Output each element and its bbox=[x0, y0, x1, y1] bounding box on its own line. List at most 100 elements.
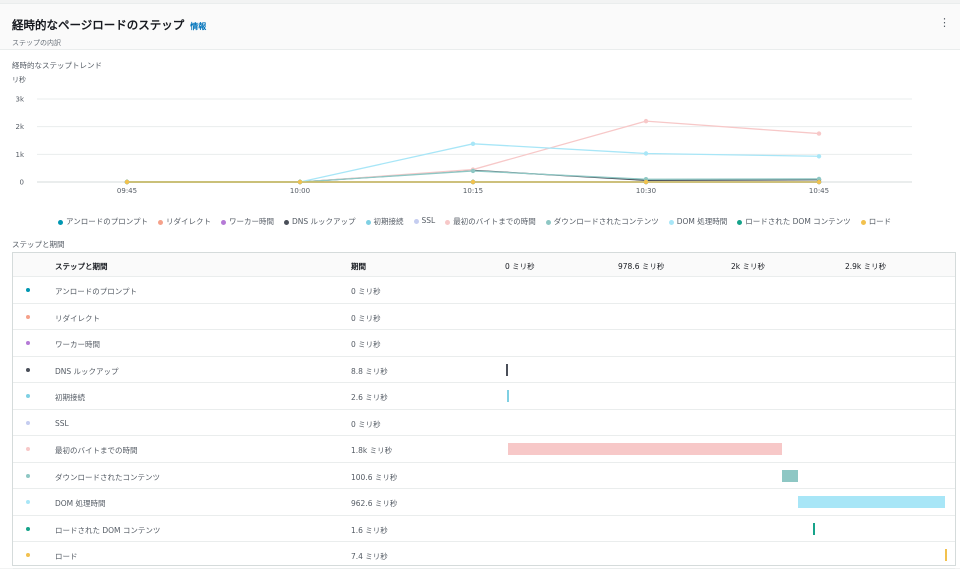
data-point[interactable] bbox=[643, 179, 649, 185]
step-color-dot-icon bbox=[26, 314, 30, 319]
legend-item[interactable]: リダイレクト bbox=[157, 216, 211, 227]
data-point[interactable] bbox=[816, 154, 822, 159]
step-name: ワーカー時間 bbox=[55, 340, 100, 349]
header-step[interactable]: ステップと期間 bbox=[55, 261, 108, 272]
data-point[interactable] bbox=[470, 179, 476, 185]
step-color-dot-icon bbox=[26, 394, 30, 398]
step-name: 最初のバイトまでの時間 bbox=[55, 446, 138, 455]
table-row: ロード 7.4 ミリ秒 bbox=[13, 542, 955, 569]
y-tick-label: 1k bbox=[15, 151, 24, 159]
data-point[interactable] bbox=[124, 179, 130, 185]
series-line bbox=[124, 141, 822, 185]
x-tick-label: 10:15 bbox=[463, 187, 483, 195]
legend-dot-icon bbox=[545, 219, 551, 225]
legend-label: ロード bbox=[868, 217, 892, 226]
header-duration[interactable]: 期間 bbox=[351, 261, 366, 272]
data-point[interactable] bbox=[816, 179, 822, 185]
table-row: SSL 0 ミリ秒 bbox=[13, 410, 955, 436]
table-section-title: ステップと期間 bbox=[12, 240, 65, 249]
x-tick-label: 09:45 bbox=[117, 187, 137, 195]
step-name: ダウンロードされたコンテンツ bbox=[55, 472, 160, 482]
legend-dot-icon bbox=[737, 219, 743, 225]
table-row: ダウンロードされたコンテンツ 100.6 ミリ秒 bbox=[13, 463, 955, 489]
table-row: 最初のバイトまでの時間 1.8k ミリ秒 bbox=[13, 436, 955, 463]
table-row: アンロードのプロンプト 0 ミリ秒 bbox=[13, 277, 955, 304]
legend-label: 最初のバイトまでの時間 bbox=[453, 217, 536, 226]
steps-table: ステップと期間 期間 0 ミリ秒 978.6 ミリ秒 2k ミリ秒 2.9k ミ… bbox=[12, 252, 956, 569]
step-color-dot-icon bbox=[26, 341, 30, 345]
legend-dot-icon bbox=[413, 218, 419, 224]
step-duration: 1.6 ミリ秒 bbox=[351, 525, 388, 535]
series-path bbox=[127, 143, 820, 183]
legend-dot-icon bbox=[445, 219, 451, 225]
legend-dot-icon bbox=[283, 219, 289, 225]
legend-label: DOM 処理時間 bbox=[676, 217, 728, 226]
legend-item[interactable]: ロード bbox=[860, 216, 892, 227]
data-point[interactable] bbox=[470, 141, 476, 147]
series-line bbox=[124, 118, 822, 185]
step-duration: 7.4 ミリ秒 bbox=[351, 552, 388, 561]
legend-item[interactable]: 初期接続 bbox=[365, 216, 404, 227]
step-name: アンロードのプロンプト bbox=[55, 287, 137, 296]
step-name: ロードされた DOM コンテンツ bbox=[55, 525, 161, 535]
table-row: ワーカー時間 0 ミリ秒 bbox=[13, 330, 955, 357]
table-row: リダイレクト 0 ミリ秒 bbox=[13, 304, 955, 330]
x-tick-label: 10:30 bbox=[636, 187, 656, 195]
legend-label: リダイレクト bbox=[165, 217, 211, 226]
legend-item[interactable]: ダウンロードされたコンテンツ bbox=[545, 216, 659, 227]
step-duration: 962.6 ミリ秒 bbox=[351, 499, 398, 508]
legend-dot-icon bbox=[365, 219, 371, 225]
step-color-dot-icon bbox=[26, 500, 30, 504]
data-point[interactable] bbox=[643, 118, 649, 124]
legend-item[interactable]: DOM 処理時間 bbox=[668, 216, 728, 227]
legend-dot-icon bbox=[860, 219, 866, 225]
legend-dot-icon bbox=[668, 219, 674, 225]
duration-bar bbox=[797, 496, 945, 508]
step-color-dot-icon bbox=[26, 288, 30, 292]
y-tick-label: 3k bbox=[15, 96, 24, 104]
table-row: 初期接続 2.6 ミリ秒 bbox=[13, 383, 955, 410]
chart-legend: アンロードのプロンプト リダイレクト ワーカー時間 DNS ルックアップ 初期接続 SSL… bbox=[58, 216, 891, 227]
legend-dot-icon bbox=[58, 219, 63, 225]
scale-tick: 0 ミリ秒 bbox=[505, 262, 535, 271]
data-point[interactable] bbox=[643, 151, 649, 156]
step-color-dot-icon bbox=[26, 526, 30, 531]
y-tick-label: 2k bbox=[15, 123, 24, 131]
step-name: 初期接続 bbox=[55, 393, 85, 402]
legend-item[interactable]: DNS ルックアップ bbox=[283, 216, 356, 227]
step-duration: 2.6 ミリ秒 bbox=[351, 393, 388, 402]
step-duration: 8.8 ミリ秒 bbox=[351, 366, 388, 376]
legend-label: アンロードのプロンプト bbox=[66, 217, 148, 226]
x-tick-label: 10:45 bbox=[809, 187, 829, 195]
legend-label: 初期接続 bbox=[373, 217, 404, 226]
data-point[interactable] bbox=[470, 168, 476, 174]
legend-item[interactable]: アンロードのプロンプト bbox=[58, 216, 148, 227]
legend-label: SSL bbox=[421, 216, 436, 225]
legend-label: DNS ルックアップ bbox=[291, 217, 356, 226]
step-color-dot-icon bbox=[26, 447, 30, 451]
table-row: DOM 処理時間 962.6 ミリ秒 bbox=[13, 489, 955, 516]
legend-item[interactable]: ロードされた DOM コンテンツ bbox=[737, 216, 851, 227]
data-point[interactable] bbox=[297, 179, 303, 185]
step-duration: 0 ミリ秒 bbox=[351, 340, 381, 349]
legend-label: ロードされた DOM コンテンツ bbox=[745, 217, 851, 226]
data-point[interactable] bbox=[816, 131, 822, 136]
step-name: リダイレクト bbox=[55, 313, 100, 323]
step-name: ロード bbox=[55, 552, 78, 561]
legend-label: ダウンロードされたコンテンツ bbox=[553, 217, 659, 226]
scale-tick: 2.9k ミリ秒 bbox=[845, 262, 887, 271]
table-row: DNS ルックアップ 8.8 ミリ秒 bbox=[13, 357, 955, 383]
legend-item[interactable]: SSL bbox=[413, 216, 436, 227]
step-duration: 1.8k ミリ秒 bbox=[351, 446, 393, 455]
step-color-dot-icon bbox=[26, 473, 30, 478]
step-name: SSL bbox=[55, 418, 69, 428]
duration-bar bbox=[506, 363, 508, 376]
x-tick-label: 10:00 bbox=[290, 187, 310, 195]
legend-item[interactable]: 最初のバイトまでの時間 bbox=[445, 216, 536, 227]
step-color-dot-icon bbox=[26, 553, 30, 557]
legend-item[interactable]: ワーカー時間 bbox=[220, 216, 274, 227]
scale-tick: 978.6 ミリ秒 bbox=[618, 262, 665, 271]
table-row: ロードされた DOM コンテンツ 1.6 ミリ秒 bbox=[13, 516, 955, 542]
legend-dot-icon bbox=[220, 219, 226, 225]
step-name: DNS ルックアップ bbox=[55, 366, 119, 376]
